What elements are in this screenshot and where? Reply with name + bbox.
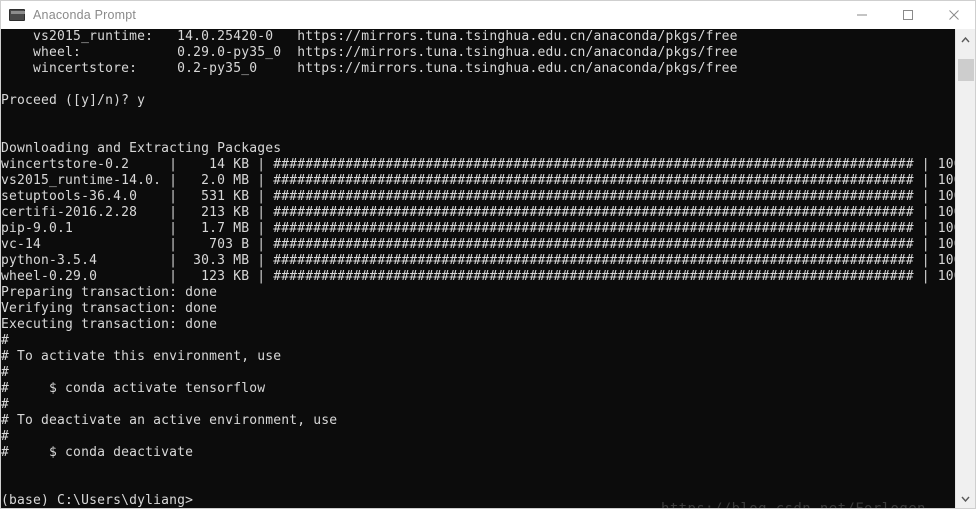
- window-controls: [839, 1, 975, 29]
- terminal-line: vs2015_runtime: 14.0.25420-0 https://mir…: [1, 29, 738, 44]
- terminal-line: Verifying transaction: done: [1, 301, 218, 316]
- anaconda-prompt-window: Anaconda Prompt vs2015_runtime: 14.0.254…: [0, 0, 976, 509]
- terminal-line: #: [1, 365, 10, 380]
- window-title: Anaconda Prompt: [33, 8, 137, 22]
- chevron-down-icon: [961, 496, 970, 502]
- scrollbar-thumb[interactable]: [958, 59, 974, 81]
- terminal-line: python-3.5.4 | 30.3 MB | ###############…: [1, 253, 957, 268]
- terminal-line: vs2015_runtime-14.0. | 2.0 MB | ########…: [1, 173, 957, 188]
- terminal-line: Preparing transaction: done: [1, 285, 218, 300]
- chevron-up-icon: [961, 37, 970, 43]
- title-bar[interactable]: Anaconda Prompt: [1, 1, 975, 29]
- console-icon: [9, 7, 25, 23]
- terminal-line: Proceed ([y]/n)? y: [1, 93, 146, 108]
- terminal-line: Executing transaction: done: [1, 317, 218, 332]
- close-button[interactable]: [931, 1, 975, 29]
- terminal-line: wheel: 0.29.0-py35_0 https://mirrors.tun…: [1, 45, 738, 60]
- console-output-area[interactable]: vs2015_runtime: 14.0.25420-0 https://mir…: [1, 29, 957, 509]
- terminal-line: wincertstore-0.2 | 14 KB | #############…: [1, 157, 957, 172]
- minimize-button[interactable]: [839, 1, 885, 29]
- close-icon: [949, 10, 959, 20]
- terminal-line: wincertstore: 0.2-py35_0 https://mirrors…: [1, 61, 738, 76]
- scrollbar-down-button[interactable]: [956, 490, 975, 508]
- terminal-line: #: [1, 333, 10, 348]
- terminal-line: Downloading and Extracting Packages: [1, 141, 282, 156]
- terminal-line: wheel-0.29.0 | 123 KB | ################…: [1, 269, 957, 284]
- terminal-line: #: [1, 429, 10, 444]
- terminal-line: pip-9.0.1 | 1.7 MB | ###################…: [1, 221, 957, 236]
- minimize-icon: [857, 14, 867, 16]
- terminal-text: vs2015_runtime: 14.0.25420-0 https://mir…: [1, 29, 957, 508]
- console-scrollbar[interactable]: [955, 29, 975, 508]
- terminal-line: certifi-2016.2.28 | 213 KB | ###########…: [1, 205, 957, 220]
- terminal-line: #: [1, 397, 10, 412]
- terminal-line: # $ conda activate tensorflow: [1, 381, 266, 396]
- terminal-line: # To activate this environment, use: [1, 349, 282, 364]
- terminal-line: # $ conda deactivate: [1, 445, 194, 460]
- maximize-button[interactable]: [885, 1, 931, 29]
- watermark-text: https://blog.csdn.net/Forlogen: [661, 501, 926, 509]
- terminal-line: setuptools-36.4.0 | 531 KB | ###########…: [1, 189, 957, 204]
- scrollbar-up-button[interactable]: [956, 31, 975, 49]
- maximize-icon: [903, 10, 913, 20]
- terminal-line: # To deactivate an active environment, u…: [1, 413, 338, 428]
- terminal-line: vc-14 | 703 B | ########################…: [1, 237, 957, 252]
